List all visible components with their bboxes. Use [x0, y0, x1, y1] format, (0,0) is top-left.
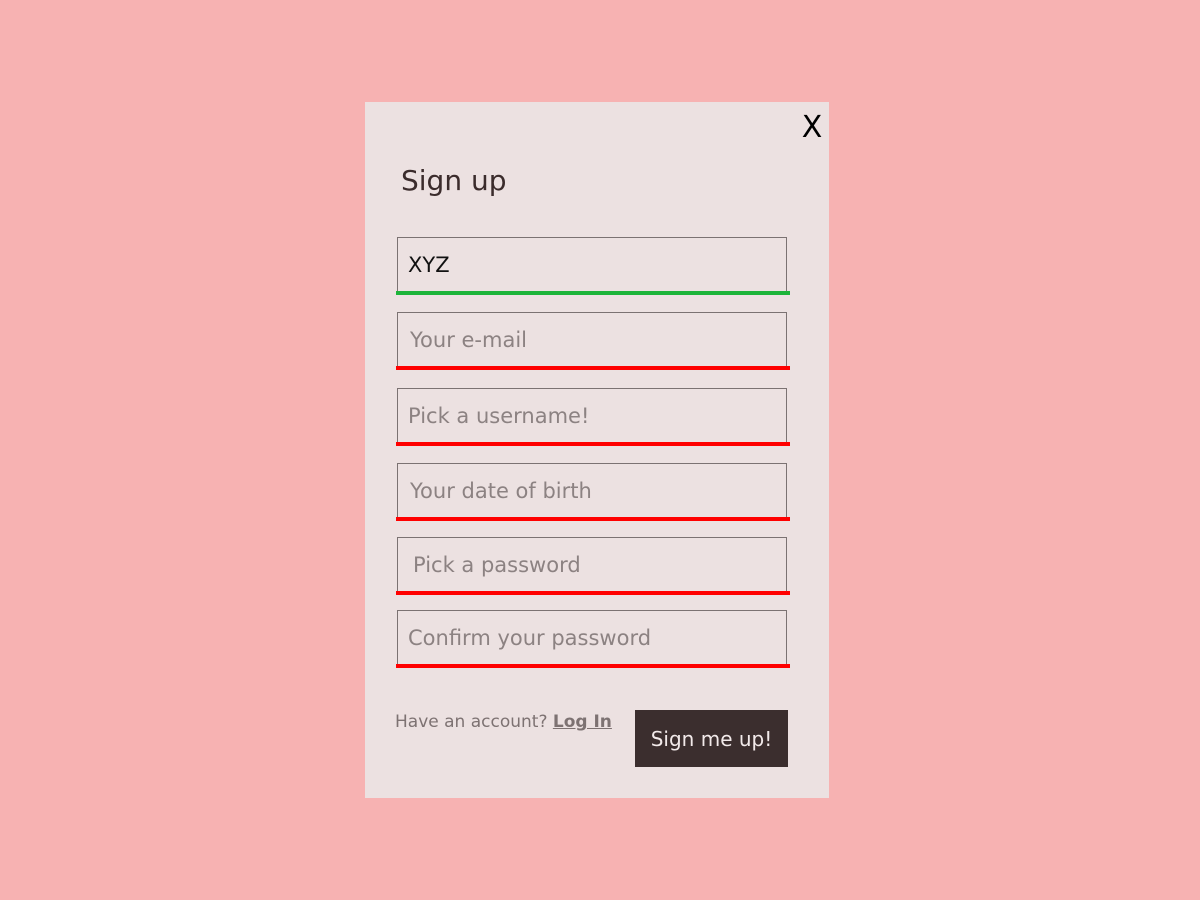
password-input[interactable] — [398, 538, 786, 592]
invalid-underline — [396, 366, 790, 370]
invalid-underline — [396, 517, 790, 521]
invalid-underline — [396, 664, 790, 668]
signup-button[interactable]: Sign me up! — [635, 710, 788, 767]
invalid-underline — [396, 591, 790, 595]
confirm-password-input[interactable] — [398, 611, 786, 665]
username-field-container — [396, 388, 790, 446]
have-account-text: Have an account? — [395, 712, 548, 732]
close-button[interactable]: X — [800, 110, 824, 146]
modal-title: Sign up — [401, 164, 507, 197]
login-prompt: Have an account? Log In — [395, 712, 612, 732]
dob-field-container — [396, 463, 790, 521]
dob-input[interactable] — [398, 464, 786, 518]
username-input[interactable] — [398, 389, 786, 443]
email-input[interactable] — [398, 313, 786, 367]
name-field-container — [396, 237, 790, 295]
login-link[interactable]: Log In — [553, 712, 612, 732]
confirm-password-field-container — [396, 610, 790, 668]
password-field-container — [396, 537, 790, 595]
name-input[interactable] — [398, 238, 786, 292]
invalid-underline — [396, 442, 790, 446]
signup-modal: X Sign up Have an account? Log In Sign m… — [365, 102, 829, 798]
email-field-container — [396, 312, 790, 370]
valid-underline — [396, 291, 790, 295]
